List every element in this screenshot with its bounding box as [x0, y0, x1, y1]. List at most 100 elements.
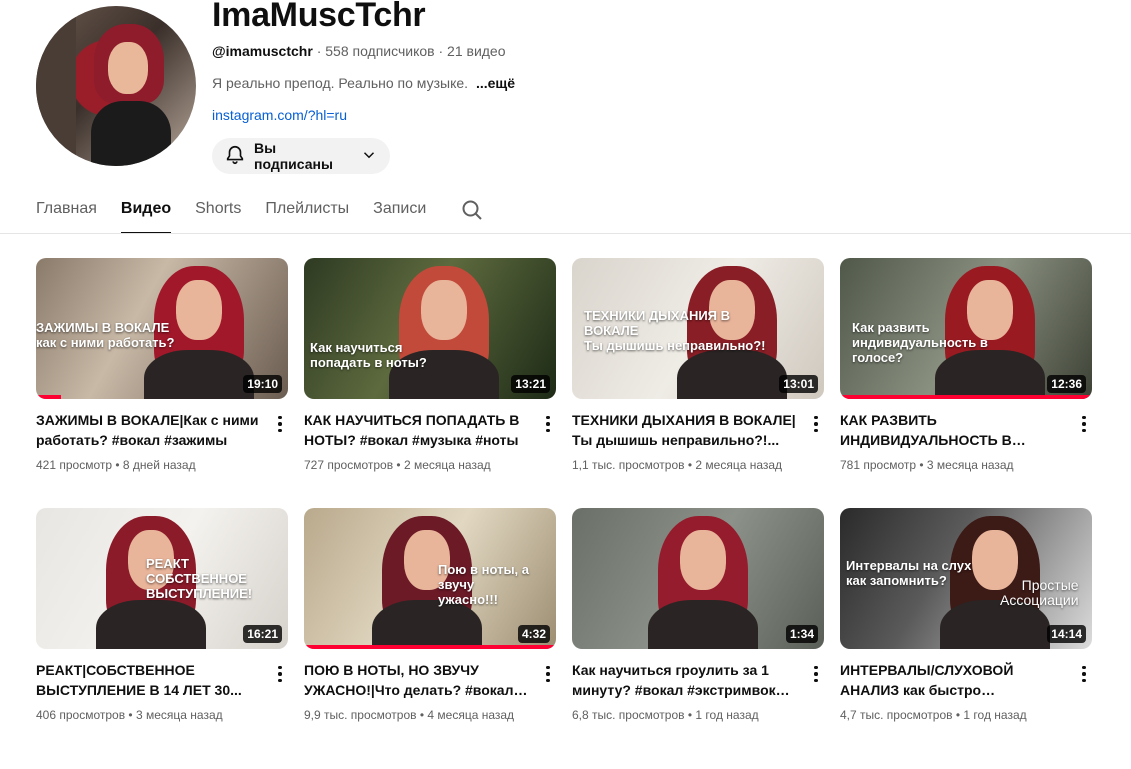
thumbnail-overlay-text: ЗАЖИМЫ В ВОКАЛЕ как с ними работать? [36, 320, 175, 350]
video-views: 421 просмотр [36, 458, 113, 472]
video-age: 3 месяца назад [926, 458, 1014, 472]
chevron-down-icon [360, 146, 378, 167]
tab-videos[interactable]: Видео [120, 196, 172, 234]
meta-separator: • [952, 708, 964, 722]
video-views: 4,7 тыс. просмотров [840, 708, 953, 722]
meta-separator: • [125, 708, 136, 722]
video-thumbnail[interactable]: Как развить индивидуальность в голосе? 12… [840, 258, 1092, 399]
thumbnail-overlay-text: Как развить индивидуальность в голосе? [852, 320, 988, 365]
thumbnail-overlay-text: РЕАКТ СОБСТВЕННОЕ ВЫСТУПЛЕНИЕ! [146, 556, 253, 601]
channel-external-link[interactable]: instagram.com/?hl=ru [212, 107, 347, 123]
video-grid: ЗАЖИМЫ В ВОКАЛЕ как с ними работать? 19:1… [36, 258, 1092, 758]
video-views: 781 просмотр [840, 458, 917, 472]
subscribed-button[interactable]: Вы подписаны [212, 138, 390, 174]
meta-separator: · [316, 43, 322, 59]
video-card[interactable]: ТЕХНИКИ ДЫХАНИЯ В ВОКАЛЕ Ты дышишь непра… [572, 258, 824, 508]
video-title[interactable]: Как научиться гроулить за 1 минуту? #вок… [572, 660, 797, 700]
video-thumbnail[interactable]: Интервалы на слух как запомнить? Простые … [840, 508, 1092, 649]
channel-tabs: Главная Видео Shorts Плейлисты Записи [36, 196, 450, 234]
channel-title: ImaMuscTchr [212, 0, 426, 34]
video-duration-badge: 13:01 [779, 375, 818, 393]
meta-separator: • [393, 458, 404, 472]
video-duration-badge: 13:21 [511, 375, 550, 393]
meta-separator: • [416, 708, 428, 722]
video-card[interactable]: ЗАЖИМЫ В ВОКАЛЕ как с ними работать? 19:1… [36, 258, 288, 508]
video-thumbnail[interactable]: ЗАЖИМЫ В ВОКАЛЕ как с ними работать? 19:1… [36, 258, 288, 399]
meta-separator: • [684, 458, 696, 472]
video-meta: 6,8 тыс. просмотров • 1 год назад [572, 708, 759, 722]
more-vert-icon[interactable] [272, 664, 288, 684]
video-title[interactable]: ИНТЕРВАЛЫ/СЛУХОВОЙ АНАЛИЗ как быстро зап… [840, 660, 1065, 700]
video-card[interactable]: 1:34 Как научиться гроулить за 1 минуту? … [572, 508, 824, 758]
video-thumbnail[interactable]: Пою в ноты, а звучу ужасно!!! 4:32 [304, 508, 556, 649]
video-duration-badge: 19:10 [243, 375, 282, 393]
video-card[interactable]: Пою в ноты, а звучу ужасно!!! 4:32 ПОЮ В Н… [304, 508, 556, 758]
thumbnail-overlay-text: Интервалы на слух как запомнить? [846, 558, 972, 588]
video-thumbnail[interactable]: Как научиться попадать в ноты? 13:21 [304, 258, 556, 399]
video-title[interactable]: ЗАЖИМЫ В ВОКАЛЕ|Как с ними работать? #во… [36, 410, 261, 450]
video-title[interactable]: РЕАКТ|СОБСТВЕННОЕ ВЫСТУПЛЕНИЕ В 14 ЛЕТ 3… [36, 660, 261, 700]
video-card[interactable]: Интервалы на слух как запомнить? Простые … [840, 508, 1092, 758]
video-views: 9,9 тыс. просмотров [304, 708, 417, 722]
video-age: 2 месяца назад [403, 458, 491, 472]
video-thumbnail[interactable]: ТЕХНИКИ ДЫХАНИЯ В ВОКАЛЕ Ты дышишь непра… [572, 258, 824, 399]
video-meta: 1,1 тыс. просмотров • 2 месяца назад [572, 458, 782, 472]
channel-description: Я реально препод. Реально по музыке. ...… [212, 75, 515, 91]
description-more-button[interactable]: ...ещё [476, 75, 515, 91]
tab-home[interactable]: Главная [36, 196, 97, 234]
thumbnail-overlay-text: Как научиться попадать в ноты? [310, 340, 427, 370]
video-title[interactable]: КАК НАУЧИТЬСЯ ПОПАДАТЬ В НОТЫ? #вокал #м… [304, 410, 529, 450]
tab-playlists[interactable]: Плейлисты [265, 196, 349, 234]
tab-posts[interactable]: Записи [373, 196, 426, 234]
video-meta: 406 просмотров • 3 месяца назад [36, 708, 223, 722]
watch-progress-bar [36, 395, 62, 399]
video-age: 8 дней назад [122, 458, 196, 472]
video-card[interactable]: Как научиться попадать в ноты? 13:21 КАК Н… [304, 258, 556, 508]
video-thumbnail[interactable]: 1:34 [572, 508, 824, 649]
video-title[interactable]: КАК РАЗВИТЬ ИНДИВИДУАЛЬНОСТЬ В ГОЛОСЕ? [840, 410, 1065, 450]
video-meta: 727 просмотров • 2 месяца назад [304, 458, 491, 472]
channel-avatar[interactable] [36, 6, 196, 166]
video-age: 4 месяца назад [427, 708, 515, 722]
video-views: 727 просмотров [304, 458, 394, 472]
description-text: Я реально препод. Реально по музыке. [212, 75, 469, 91]
subscribed-label: Вы подписаны [254, 140, 333, 172]
more-vert-icon[interactable] [1076, 664, 1092, 684]
meta-separator: · [438, 43, 444, 59]
video-views: 1,1 тыс. просмотров [572, 458, 685, 472]
video-card[interactable]: Как развить индивидуальность в голосе? 12… [840, 258, 1092, 508]
video-age: 2 месяца назад [695, 458, 783, 472]
video-thumbnail[interactable]: РЕАКТ СОБСТВЕННОЕ ВЫСТУПЛЕНИЕ! 16:21 [36, 508, 288, 649]
video-card[interactable]: РЕАКТ СОБСТВЕННОЕ ВЫСТУПЛЕНИЕ! 16:21 РЕАКТ… [36, 508, 288, 758]
video-age: 3 месяца назад [135, 708, 223, 722]
more-vert-icon[interactable] [540, 664, 556, 684]
meta-separator: • [916, 458, 927, 472]
watch-progress-bar [840, 395, 1092, 399]
video-meta: 9,9 тыс. просмотров • 4 месяца назад [304, 708, 514, 722]
video-age: 1 год назад [963, 708, 1027, 722]
video-title[interactable]: ТЕХНИКИ ДЫХАНИЯ В ВОКАЛЕ| Ты дышишь непр… [572, 410, 797, 450]
more-vert-icon[interactable] [1076, 414, 1092, 434]
video-count: 21 видео [447, 43, 506, 59]
watch-progress-bar [304, 645, 556, 649]
tabs-divider [0, 233, 1131, 234]
video-title[interactable]: ПОЮ В НОТЫ, НО ЗВУЧУ УЖАСНО!|Что делать?… [304, 660, 529, 700]
video-views: 406 просмотров [36, 708, 126, 722]
video-duration-badge: 14:14 [1047, 625, 1086, 643]
thumbnail-overlay-text: ТЕХНИКИ ДЫХАНИЯ В ВОКАЛЕ Ты дышишь непра… [584, 308, 766, 353]
more-vert-icon[interactable] [808, 664, 824, 684]
channel-handle: @imamusctchr [212, 43, 313, 59]
more-vert-icon[interactable] [272, 414, 288, 434]
video-age: 1 год назад [695, 708, 759, 722]
video-duration-badge: 1:34 [785, 625, 818, 643]
more-vert-icon[interactable] [808, 414, 824, 434]
subscriber-count: 558 подписчиков [325, 43, 435, 59]
bell-icon [224, 144, 246, 169]
meta-separator: • [684, 708, 696, 722]
video-meta: 421 просмотр • 8 дней назад [36, 458, 196, 472]
video-meta: 4,7 тыс. просмотров • 1 год назад [840, 708, 1027, 722]
channel-meta: @imamusctchr · 558 подписчиков · 21 виде… [212, 43, 506, 59]
more-vert-icon[interactable] [540, 414, 556, 434]
tab-shorts[interactable]: Shorts [195, 196, 241, 234]
search-icon[interactable] [460, 198, 484, 222]
